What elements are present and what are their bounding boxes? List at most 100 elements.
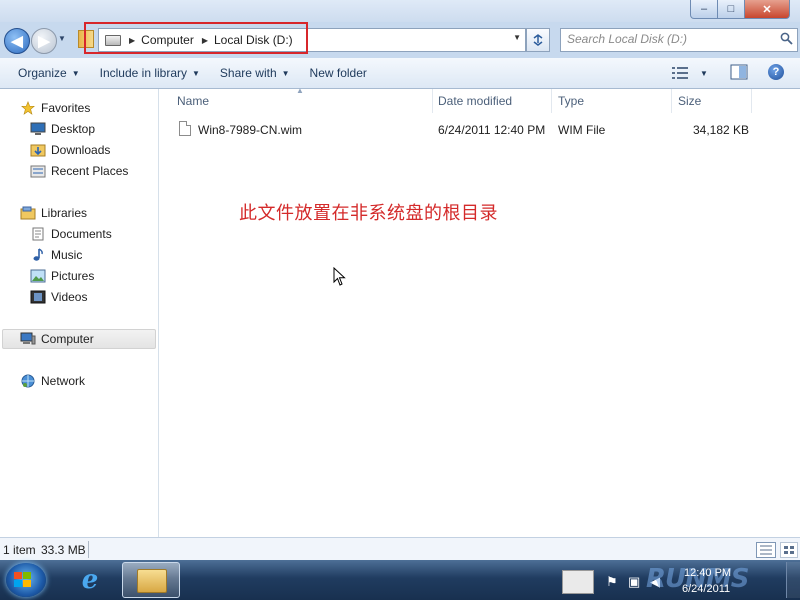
nav-pictures[interactable]: Pictures	[30, 266, 94, 286]
title-bar: – □ ✕	[0, 0, 800, 22]
recent-places-icon	[30, 165, 46, 178]
help-button[interactable]: ?	[768, 64, 784, 80]
share-with-button[interactable]: Share with ▼	[210, 58, 300, 88]
documents-icon	[32, 227, 44, 241]
minimize-button[interactable]: –	[690, 0, 718, 19]
organize-label: Organize	[18, 66, 67, 80]
column-date-modified-label: Date modified	[438, 94, 513, 108]
music-icon	[33, 248, 43, 261]
organize-button[interactable]: Organize ▼	[8, 58, 90, 88]
include-in-library-label: Include in library	[99, 66, 187, 80]
drive-icon	[105, 34, 121, 46]
chevron-right-icon[interactable]: ▶	[202, 36, 208, 45]
chevron-down-icon: ▼	[71, 68, 80, 78]
nav-documents-label: Documents	[51, 227, 112, 241]
nav-network[interactable]: Network	[20, 371, 85, 391]
recent-pages-dropdown-icon[interactable]: ▼	[58, 34, 66, 43]
nav-videos[interactable]: Videos	[30, 287, 87, 307]
nav-favorites[interactable]: Favorites	[20, 98, 90, 118]
forward-button[interactable]: ▶	[31, 28, 57, 54]
view-list-icon	[672, 67, 688, 79]
nav-music-label: Music	[51, 248, 83, 262]
show-desktop-button[interactable]	[786, 562, 800, 598]
status-total-size: 33.3 MB	[41, 543, 86, 557]
clock-date[interactable]: 6/24/2011	[682, 583, 730, 595]
folder-icon	[78, 30, 94, 48]
tiles-view-icon[interactable]	[780, 542, 798, 558]
chevron-down-icon: ▼	[700, 68, 708, 78]
chevron-down-icon[interactable]: ▼	[513, 33, 521, 42]
nav-desktop[interactable]: Desktop	[30, 119, 95, 139]
breadcrumb-computer[interactable]: Computer	[141, 33, 194, 47]
search-input[interactable]	[561, 29, 767, 49]
nav-recent-places[interactable]: Recent Places	[30, 161, 128, 181]
pen-input-icon[interactable]	[562, 570, 594, 594]
computer-icon	[20, 332, 36, 345]
nav-libraries[interactable]: Libraries	[20, 203, 87, 223]
status-divider	[88, 541, 89, 558]
search-box[interactable]	[560, 28, 798, 52]
star-icon	[21, 101, 35, 115]
file-type: WIM File	[558, 123, 606, 137]
back-button[interactable]: ◀	[4, 28, 30, 54]
nav-pictures-label: Pictures	[51, 269, 95, 283]
network-tray-icon[interactable]: ▣	[628, 574, 640, 590]
refresh-button[interactable]	[526, 28, 550, 52]
new-folder-button[interactable]: New folder	[300, 58, 377, 88]
chevron-down-icon: ▼	[281, 68, 290, 78]
chevron-right-icon[interactable]: ▶	[129, 36, 135, 45]
column-name-label: Name	[177, 94, 210, 108]
details-view-icon[interactable]	[756, 542, 776, 558]
nav-music[interactable]: Music	[30, 245, 82, 265]
include-in-library-button[interactable]: Include in library ▼	[90, 58, 210, 88]
flag-icon[interactable]: ⚑	[606, 574, 618, 590]
status-bar: 1 item 33.3 MB	[0, 537, 800, 561]
file-date-modified: 6/24/2011 12:40 PM	[438, 123, 546, 137]
chevron-down-icon: ▼	[192, 68, 200, 78]
nav-downloads[interactable]: Downloads	[30, 140, 110, 160]
network-icon	[21, 374, 35, 388]
nav-favorites-label: Favorites	[41, 101, 91, 115]
folder-icon	[137, 569, 167, 593]
column-size[interactable]: Size	[672, 89, 752, 113]
file-size: 34,182 KB	[693, 123, 750, 137]
search-icon[interactable]	[780, 32, 793, 45]
close-button[interactable]: ✕	[744, 0, 790, 19]
taskbar-explorer-button[interactable]	[122, 562, 180, 598]
file-name: Win8-7989-CN.wim	[198, 123, 303, 137]
column-size-label: Size	[678, 94, 702, 108]
column-date-modified[interactable]: Date modified	[432, 89, 552, 113]
nav-libraries-label: Libraries	[41, 206, 88, 220]
navigation-pane: Favorites Desktop Downloads Recent Place…	[0, 89, 159, 537]
windows-logo-icon	[14, 572, 31, 587]
libraries-icon	[20, 206, 36, 220]
refresh-icon	[533, 34, 543, 46]
maximize-button[interactable]: □	[717, 0, 745, 19]
change-view-button[interactable]: ▼	[672, 63, 708, 83]
nav-computer[interactable]: Computer	[20, 329, 94, 349]
nav-recent-places-label: Recent Places	[51, 164, 129, 178]
preview-pane-icon[interactable]	[730, 64, 748, 80]
nav-downloads-label: Downloads	[51, 143, 111, 157]
mouse-cursor-icon	[333, 267, 346, 286]
nav-documents[interactable]: Documents	[30, 224, 112, 244]
file-icon	[179, 121, 191, 136]
sort-ascending-icon: ▲	[296, 86, 304, 95]
clock-time[interactable]: 12:40 PM	[684, 567, 731, 579]
column-type[interactable]: Type	[552, 89, 672, 113]
internet-explorer-icon[interactable]: e	[64, 562, 116, 598]
pictures-icon	[30, 269, 46, 283]
explorer-window: – □ ✕ ◀ ▶ ▼ ▶ Computer ▶ Local Disk (D:)…	[0, 0, 800, 561]
breadcrumb-local-disk[interactable]: Local Disk (D:)	[214, 33, 293, 47]
status-item-count: 1 item	[3, 543, 36, 557]
system-tray: ⚑ ▣ ◀ RUNMS 12:40 PM 6/24/2011	[560, 562, 800, 598]
downloads-folder-icon	[30, 144, 46, 157]
nav-network-label: Network	[41, 374, 86, 388]
command-bar: Organize ▼ Include in library ▼ Share with…	[0, 58, 800, 89]
nav-computer-label: Computer	[41, 332, 94, 346]
address-bar[interactable]: ▶ Computer ▶ Local Disk (D:) ▼	[98, 28, 526, 52]
nav-videos-label: Videos	[51, 290, 88, 304]
file-row[interactable]: Win8-7989-CN.wim 6/24/2011 12:40 PM WIM …	[171, 119, 771, 141]
videos-icon	[30, 290, 46, 304]
share-with-label: Share with	[219, 66, 277, 80]
